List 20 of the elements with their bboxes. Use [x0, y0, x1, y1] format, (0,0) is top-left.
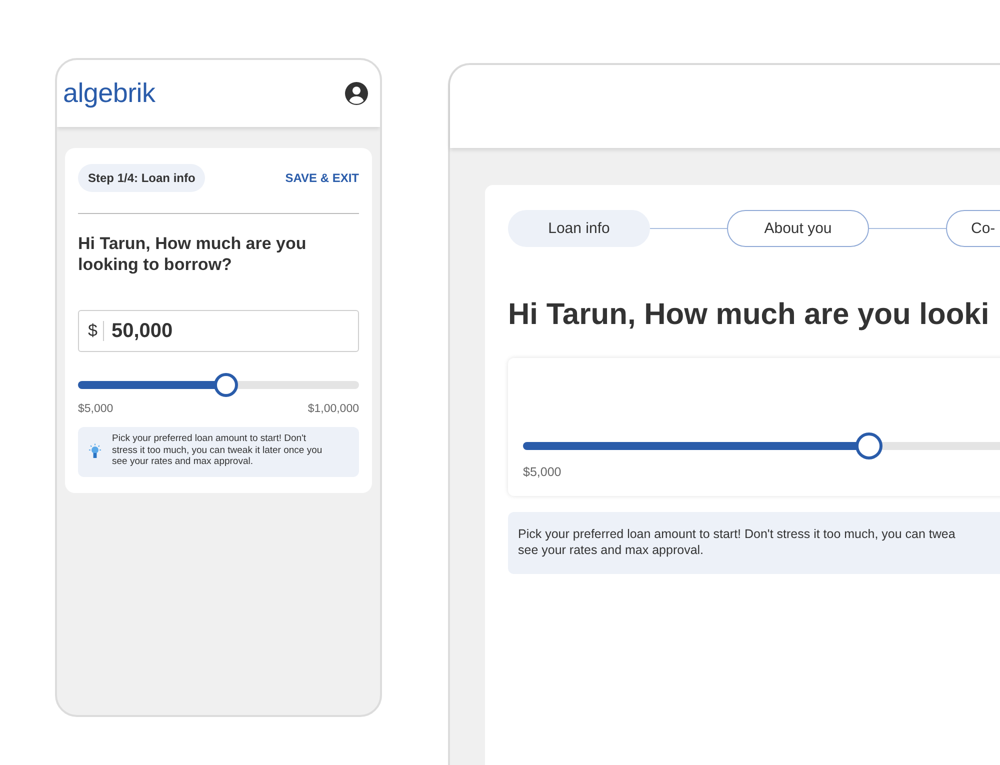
slider-thumb[interactable]	[855, 432, 882, 460]
min-label: $5,000	[523, 465, 562, 479]
amount-field[interactable]: $ 50,000	[78, 310, 359, 352]
step-tab[interactable]: About you	[727, 210, 869, 247]
question-heading: Hi Tarun, How much are you looki	[508, 298, 990, 332]
currency-prefix: $	[88, 321, 104, 341]
logo: algebrik	[63, 78, 156, 109]
lightbulb-icon	[88, 442, 102, 458]
save-exit-link[interactable]: SAVE & EXIT	[285, 171, 359, 185]
step-tab[interactable]: Loan info	[508, 210, 650, 247]
slider-thumb[interactable]	[214, 373, 238, 397]
amount-input[interactable]: 50,000	[111, 320, 262, 342]
step-tab[interactable]: Co-	[946, 210, 1000, 247]
question-text: Hi Tarun, How much are you looking to borrow?	[78, 233, 308, 275]
max-label: $1,00,000	[308, 403, 359, 415]
min-label: $5,000	[78, 403, 114, 415]
step-indicator: Step 1/4: Loan info	[78, 164, 206, 192]
user-icon[interactable]	[345, 82, 368, 105]
tip-text: Pick your preferred loan amount to start! Don't stress it too much, you can twea see your rates and max approval.	[508, 512, 1000, 574]
tip-text: Pick your preferred loan amount to start! Don't stress it too much, you can tweak it later once you see your rates and max approval.	[112, 433, 324, 468]
